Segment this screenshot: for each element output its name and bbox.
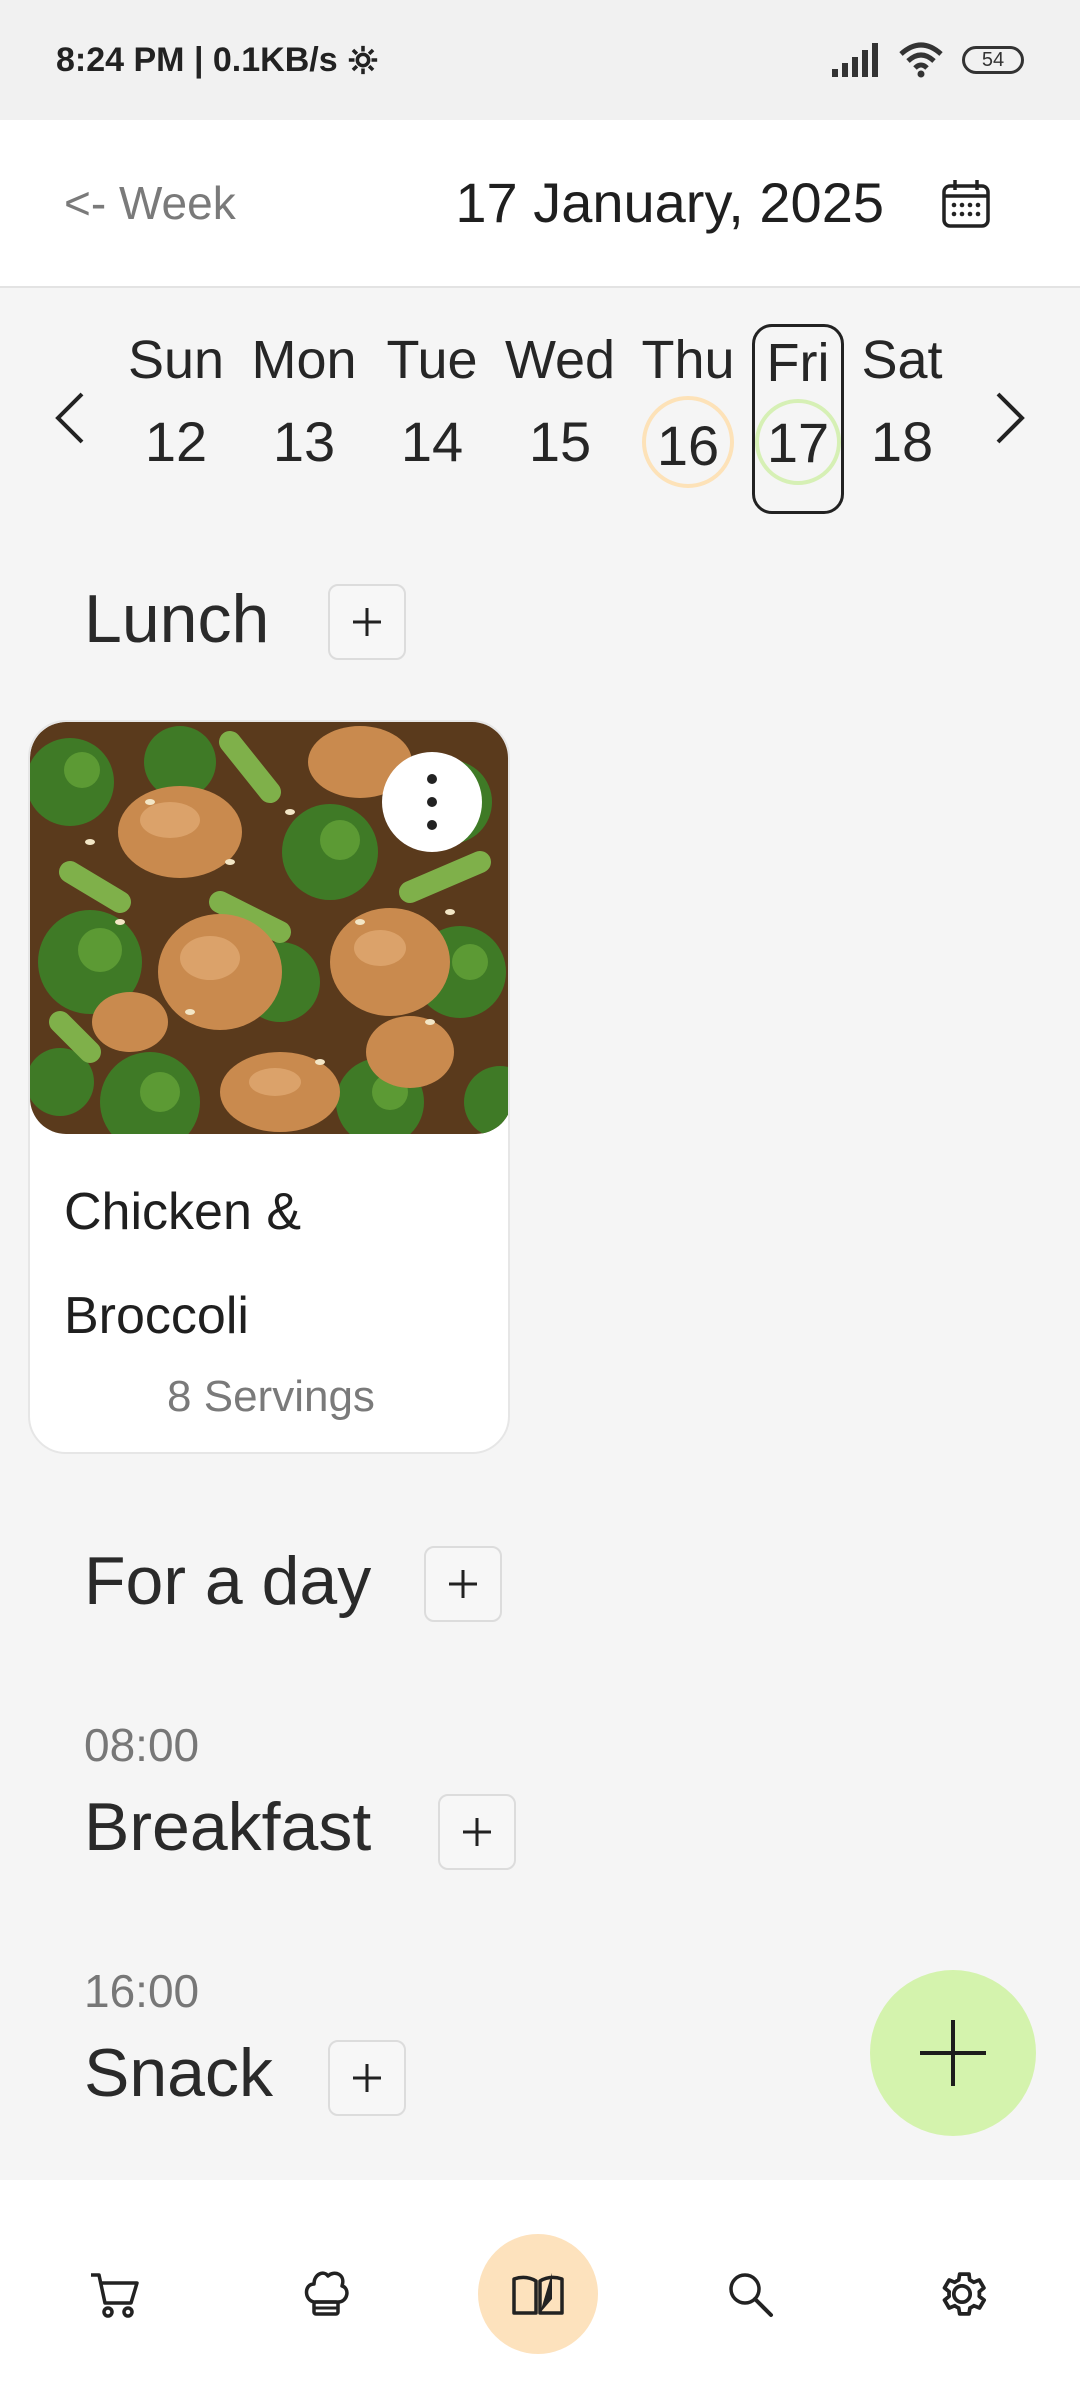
day-sat[interactable]: Sat 18 [856, 324, 948, 514]
battery-indicator: 54 [962, 46, 1024, 74]
day-number: 17 [755, 399, 841, 485]
nav-recipes[interactable] [266, 2234, 386, 2354]
settings-gear-status-icon [348, 45, 377, 75]
day-name: Sun [127, 330, 225, 390]
chevron-left-icon[interactable] [46, 388, 96, 448]
date-title: 17 January, 2025 [455, 171, 884, 234]
snack-time: 16:00 [84, 1965, 200, 2017]
nav-search[interactable] [690, 2234, 810, 2354]
recipe-title: Chicken & Broccoli [64, 1183, 301, 1345]
breakfast-time: 08:00 [84, 1719, 200, 1771]
add-for-a-day-button[interactable] [424, 1546, 502, 1622]
day-name: Fri [766, 333, 830, 393]
nav-shopping-cart[interactable] [54, 2234, 174, 2354]
plus-icon [353, 2064, 381, 2092]
day-number: 12 [144, 410, 208, 473]
status-time-speed: 8:24 PM | 0.1KB/s [56, 40, 338, 79]
nav-meal-plan[interactable] [478, 2234, 598, 2354]
week-strip: Sun 12 Mon 13 Tue 14 Wed 15 Thu 16 Fri 1… [0, 310, 1080, 530]
day-name: Thu [641, 330, 735, 390]
day-name: Tue [386, 330, 478, 390]
chef-hat-icon [304, 2271, 349, 2316]
day-number: 15 [528, 410, 592, 473]
app-bar: <- Week 17 January, 2025 [0, 120, 1080, 288]
snack-title: Snack [84, 2035, 273, 2111]
day-name: Sat [861, 330, 943, 390]
breakfast-title: Breakfast [84, 1789, 372, 1865]
add-breakfast-button[interactable] [438, 1794, 516, 1870]
nav-settings[interactable] [902, 2234, 1022, 2354]
chevron-right-icon[interactable] [984, 388, 1034, 448]
status-right: 54 [832, 42, 1024, 78]
add-fab-button[interactable] [870, 1970, 1036, 2136]
meal-planner-screen: 8:24 PM | 0.1KB/s 54 <- Week 17 January,… [0, 0, 1080, 2400]
status-bar: 8:24 PM | 0.1KB/s 54 [0, 0, 1080, 120]
lunch-title: Lunch [84, 581, 270, 657]
for-a-day-title: For a day [84, 1543, 372, 1619]
day-wed[interactable]: Wed 15 [505, 324, 615, 514]
day-number: 18 [870, 410, 934, 473]
day-thu-today[interactable]: Thu 16 [641, 324, 735, 514]
book-icon [512, 2273, 564, 2315]
day-number: 14 [400, 410, 464, 473]
day-name: Wed [504, 330, 616, 390]
plus-icon [920, 2020, 986, 2086]
back-to-week-link[interactable]: <- Week [64, 176, 236, 230]
search-icon [729, 2273, 773, 2317]
day-sun[interactable]: Sun 12 [127, 324, 225, 514]
plus-icon [449, 1570, 477, 1598]
day-fri-selected[interactable]: Fri 17 [752, 324, 844, 514]
day-tue[interactable]: Tue 14 [386, 324, 478, 514]
recipe-more-button[interactable] [382, 752, 482, 852]
add-snack-button[interactable] [328, 2040, 406, 2116]
calendar-icon[interactable] [938, 176, 994, 232]
plus-icon [463, 1818, 491, 1846]
day-mon[interactable]: Mon 13 [251, 324, 356, 514]
status-left: 8:24 PM | 0.1KB/s [56, 41, 380, 80]
plus-icon [353, 608, 381, 636]
recipe-image [30, 722, 508, 1134]
cart-icon [91, 2273, 139, 2318]
more-vertical-icon [427, 774, 437, 830]
recipe-card[interactable]: Chicken & Broccoli 8 Servings [28, 720, 510, 1454]
day-number: 13 [272, 410, 336, 473]
bottom-navigation [0, 2180, 1080, 2400]
wifi-icon [899, 42, 943, 78]
recipe-servings: 8 Servings [167, 1372, 375, 1421]
signal-icon [832, 43, 878, 77]
day-name: Mon [251, 330, 357, 390]
add-lunch-button[interactable] [328, 584, 406, 660]
gear-icon [942, 2272, 987, 2316]
day-number: 16 [642, 396, 734, 488]
